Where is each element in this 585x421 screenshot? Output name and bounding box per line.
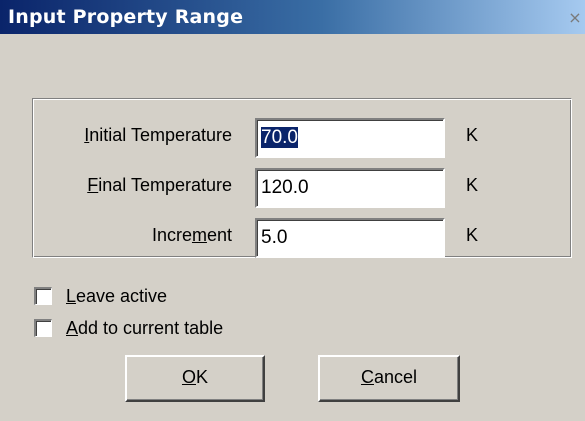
- initial-temperature-field[interactable]: 70.0: [255, 118, 445, 158]
- initial-temperature-value[interactable]: 70.0: [261, 127, 298, 148]
- cancel-button[interactable]: Cancel: [318, 355, 460, 402]
- increment-value[interactable]: 5.0: [261, 227, 287, 248]
- initial-temperature-label: Initial Temperature: [84, 125, 232, 145]
- increment-unit: K: [466, 225, 479, 245]
- window-title: Input Property Range: [8, 6, 244, 28]
- initial-temperature-unit: K: [466, 125, 479, 145]
- add-to-table-label[interactable]: Add to current table: [66, 317, 223, 339]
- add-to-table-checkbox[interactable]: [34, 319, 52, 337]
- final-temperature-value[interactable]: 120.0: [261, 177, 309, 198]
- increment-field[interactable]: 5.0: [255, 218, 445, 258]
- ok-button[interactable]: OK: [125, 355, 265, 402]
- final-temperature-label: Final Temperature: [87, 175, 232, 195]
- final-temperature-unit: K: [466, 175, 479, 195]
- title-bar: Input Property Range ×: [0, 0, 585, 34]
- increment-label: Increment: [151, 225, 232, 245]
- leave-active-checkbox[interactable]: [34, 287, 52, 305]
- final-temperature-field[interactable]: 120.0: [255, 168, 445, 208]
- close-icon[interactable]: ×: [565, 10, 585, 30]
- leave-active-label[interactable]: Leave active: [66, 285, 167, 307]
